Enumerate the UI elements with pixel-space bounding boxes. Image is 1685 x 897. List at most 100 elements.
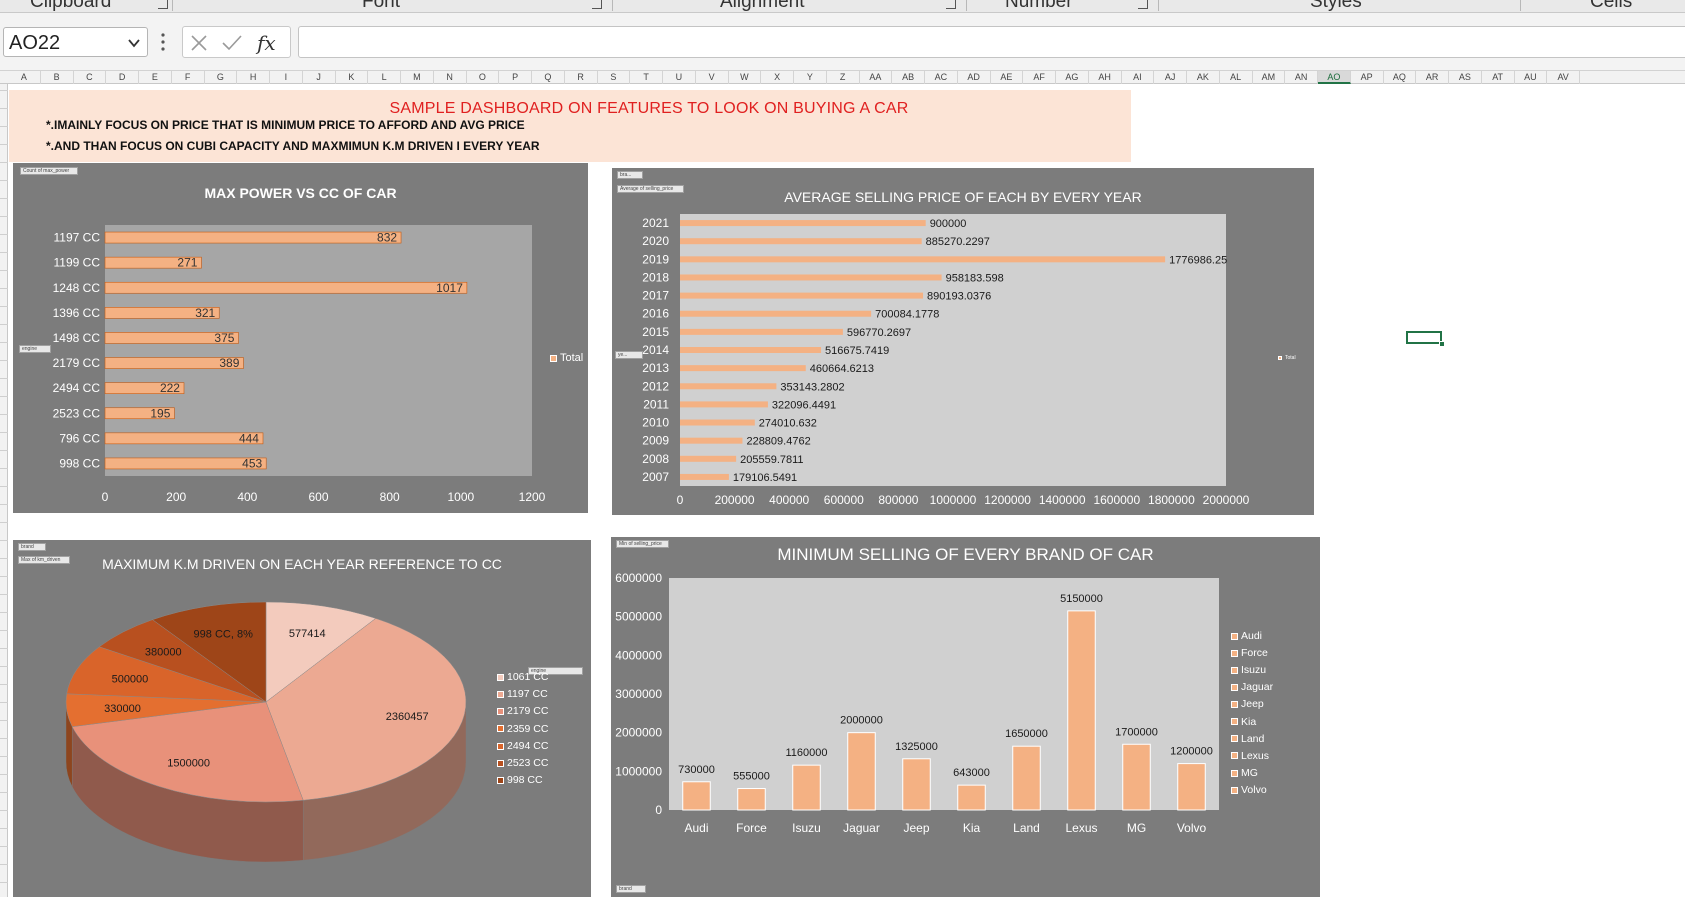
column-header-y[interactable]: Y [794, 71, 827, 84]
data-label: 958183.598 [946, 272, 1004, 284]
column-header-k[interactable]: K [336, 71, 369, 84]
name-box[interactable]: AO22 [3, 27, 148, 57]
column-header-x[interactable]: X [761, 71, 794, 84]
column-header-am[interactable]: AM [1253, 71, 1286, 84]
column-header-d[interactable]: D [106, 71, 139, 84]
column-header-ak[interactable]: AK [1187, 71, 1220, 84]
column-header-ab[interactable]: AB [892, 71, 925, 84]
y-tick-label: 2010 [642, 416, 669, 430]
chart-min-price[interactable]: Min of selling_price brand MINIMUM SELLI… [611, 537, 1320, 897]
column-header-ag[interactable]: AG [1056, 71, 1089, 84]
more-options-icon[interactable] [160, 31, 166, 53]
x-tick-label: Volvo [1177, 821, 1207, 835]
row-header-divider [0, 792, 8, 793]
x-tick-label: MG [1127, 821, 1146, 835]
formula-bar: AO22 fx [0, 13, 1685, 70]
data-label: 205559.7811 [740, 454, 803, 466]
x-tick-label: 600 [308, 490, 328, 504]
column-header-ac[interactable]: AC [925, 71, 958, 84]
column-header-i[interactable]: I [270, 71, 303, 84]
y-tick-label: 1199 CC [54, 256, 101, 270]
column-header-ap[interactable]: AP [1351, 71, 1384, 84]
column-header-w[interactable]: W [729, 71, 762, 84]
insert-function-icon[interactable]: fx [255, 30, 285, 56]
data-label: 1700000 [1115, 726, 1158, 738]
column-header-z[interactable]: Z [827, 71, 860, 84]
data-label: 1160000 [785, 747, 827, 759]
column-header-ae[interactable]: AE [991, 71, 1024, 84]
column-header-at[interactable]: AT [1482, 71, 1515, 84]
column-header-aj[interactable]: AJ [1154, 71, 1187, 84]
worksheet-grid[interactable]: SAMPLE DASHBOARD ON FEATURES TO LOOK ON … [8, 84, 1685, 897]
y-tick-label: 5000000 [615, 610, 662, 624]
bar [680, 310, 872, 317]
column-header-u[interactable]: U [663, 71, 696, 84]
chart-max-power[interactable]: Count of max_power engine MAX POWER VS C… [13, 163, 588, 513]
row-header-divider [0, 864, 8, 865]
y-tick-label: 2000000 [615, 726, 662, 740]
name-box-value[interactable]: AO22 [9, 32, 60, 55]
row-header-divider [0, 252, 8, 253]
column-header-s[interactable]: S [598, 71, 631, 84]
chart-km-driven[interactable]: brand Max of km_driven MAXIMUM K.M DRIVE… [13, 540, 591, 897]
row-header-divider [0, 810, 8, 811]
row-header-divider [0, 162, 8, 163]
number-launcher-icon[interactable] [1138, 0, 1148, 9]
column-header-m[interactable]: M [401, 71, 434, 84]
column-header-ar[interactable]: AR [1416, 71, 1449, 84]
column-header-c[interactable]: C [74, 71, 107, 84]
column-header-av[interactable]: AV [1547, 71, 1580, 84]
column-header-t[interactable]: T [630, 71, 663, 84]
column-header-h[interactable]: H [237, 71, 270, 84]
bar [680, 365, 806, 372]
column-header-b[interactable]: B [41, 71, 74, 84]
data-label: 643000 [953, 767, 990, 779]
column-header-aq[interactable]: AQ [1384, 71, 1417, 84]
bar [737, 788, 766, 811]
ribbon-group-alignment: Alignment [720, 0, 805, 12]
y-tick-label: 2009 [642, 434, 669, 448]
column-header-v[interactable]: V [696, 71, 729, 84]
column-header-as[interactable]: AS [1449, 71, 1482, 84]
column-header-an[interactable]: AN [1285, 71, 1318, 84]
column-header-o[interactable]: O [467, 71, 500, 84]
column-header-ad[interactable]: AD [958, 71, 991, 84]
column-header-aa[interactable]: AA [860, 71, 893, 84]
dashboard-note-2: *.AND THAN FOCUS ON CUBI CAPACITY AND MA… [46, 139, 540, 153]
cancel-icon[interactable] [189, 33, 209, 53]
bar [680, 256, 1166, 263]
row-header-divider [0, 882, 8, 883]
column-header-n[interactable]: N [434, 71, 467, 84]
column-header-af[interactable]: AF [1023, 71, 1056, 84]
formula-input[interactable] [298, 26, 1685, 58]
x-tick-label: 200 [166, 490, 186, 504]
column-header-p[interactable]: P [499, 71, 532, 84]
chevron-down-icon[interactable] [127, 36, 141, 50]
data-label: 730000 [678, 764, 715, 776]
column-header-g[interactable]: G [205, 71, 238, 84]
column-header-au[interactable]: AU [1515, 71, 1548, 84]
column-header-ai[interactable]: AI [1122, 71, 1155, 84]
ribbon-separator [172, 0, 173, 11]
column-header-a[interactable]: A [8, 71, 41, 84]
column-header-q[interactable]: Q [532, 71, 565, 84]
plot-area-avg-price: 0 200000 400000 600000 800000 1000000 1200000 1… [642, 214, 1250, 507]
selected-cell[interactable] [1406, 331, 1442, 344]
enter-check-icon[interactable] [221, 33, 243, 53]
column-header-ah[interactable]: AH [1089, 71, 1122, 84]
row-header-divider [0, 612, 8, 613]
column-header-al[interactable]: AL [1220, 71, 1253, 84]
column-header-f[interactable]: F [172, 71, 205, 84]
column-header-j[interactable]: J [303, 71, 336, 84]
alignment-launcher-icon[interactable] [946, 0, 956, 9]
column-header-e[interactable]: E [139, 71, 172, 84]
data-label: 1200000 [1170, 746, 1213, 758]
column-header-r[interactable]: R [565, 71, 598, 84]
y-tick-label: 2013 [642, 361, 669, 375]
clipboard-launcher-icon[interactable] [158, 0, 168, 9]
column-header-l[interactable]: L [368, 71, 401, 84]
font-launcher-icon[interactable] [592, 0, 602, 9]
chart-avg-price[interactable]: bra... Average of selling_price ye... AV… [612, 168, 1314, 515]
column-header-ao[interactable]: AO [1318, 71, 1351, 84]
fill-handle[interactable] [1439, 341, 1445, 347]
